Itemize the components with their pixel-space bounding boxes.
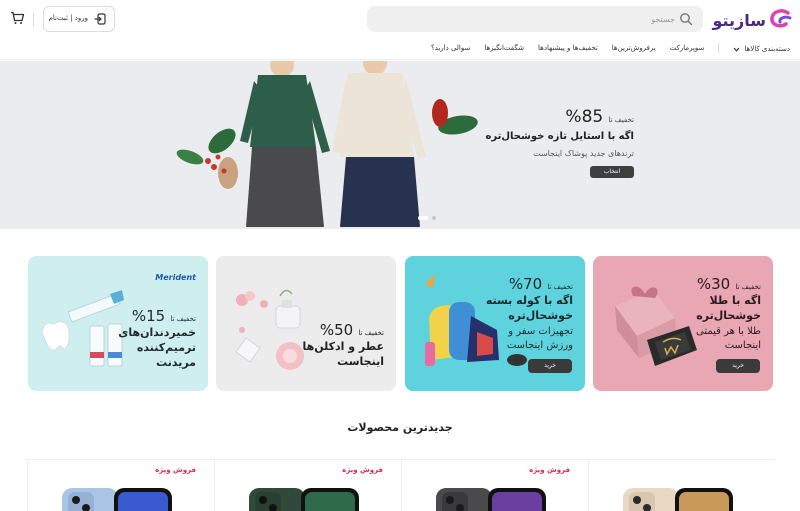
nav-item-offers[interactable]: تخفیف‌ها و پیشنهادها [538,42,598,56]
product-card[interactable]: فروش ویژه [27,460,214,511]
promo-subtitle-line: ورزش اینجاست [506,340,573,351]
login-label: ورود | ثبت‌نام [48,14,88,22]
promo-discount-value: 50% [319,321,354,339]
promo-subtitle-line: طلا با هر قیمتی [695,326,761,337]
promo-discount: تخفیف تا 70% [486,274,573,293]
promo-discount: تخفیف تا 30% [696,274,761,293]
promo-card-text: تخفیف تا 70% اگه با کوله بسته خوشحال‌تره… [486,256,573,353]
promo-discount-value: 15% [131,307,166,325]
phone-image [436,488,546,511]
promo-card-toothpaste[interactable]: Merident تخفیف تا 15% خمیردندان‌های ترمی… [28,256,208,391]
nav-item-categories[interactable]: دسته‌بندی کالاها [733,42,790,56]
promo-title-line: مریدنت [156,356,196,369]
site-logo[interactable]: سازیتو [712,6,794,34]
login-icon [94,13,106,25]
special-sale-badge: فروش ویژه [529,466,570,474]
promo-card-text: تخفیف تا 15% خمیردندان‌های ترمیم‌کننده م… [118,256,196,370]
nav-item-bestsellers[interactable]: پرفروش‌ترین‌ها [612,42,656,56]
promo-title-line: خمیردندان‌های [118,326,196,339]
product-card[interactable]: فروش ویژه [401,460,588,511]
phone-image [62,488,172,511]
hero-select-button[interactable]: انتخاب [590,166,634,178]
promo-discount: تخفیف تا 50% [302,320,384,339]
hero-banner[interactable]: تخفیف تا 85% اگه با استایل تازه خوشحال‌ت… [0,61,800,229]
nav-item-supermarket[interactable]: سوپرمارکت [670,42,705,56]
hero-discount-value: 85% [565,107,604,127]
login-button[interactable]: ورود | ثبت‌نام [43,6,115,32]
promo-buy-button[interactable]: خرید [716,359,760,373]
nav-item-amazing[interactable]: شگفت‌انگیزها [484,42,524,56]
promo-discount-value: 30% [696,275,731,293]
promo-subtitle-line: تجهیزات سفر و [508,326,573,337]
promo-subtitle-line: اینجاست [724,340,761,351]
promo-discount-value: 70% [508,275,543,293]
promo-title-line: اینجاست [337,355,384,368]
chevron-down-icon [734,47,740,52]
site-header: سازیتو ورود | ثبت‌نام دسته‌بندی کالاها س… [0,0,800,60]
slider-dot[interactable] [418,216,428,220]
nav-item-faq[interactable]: سوالی دارید؟ [431,42,470,56]
promo-discount-label: تخفیف تا [547,283,573,291]
logo-text: سازیتو [712,11,766,30]
promo-title-line: اگه با طلا [709,294,761,307]
hero-title: اگه با استایل تازه خوشحال‌تره [485,131,634,142]
phone-image [249,488,359,511]
hero-discount: تخفیف تا 85% [565,107,634,127]
nav-item-label: دسته‌بندی کالاها [744,45,790,53]
promo-card-text: تخفیف تا 50% عطر و ادکلن‌ها اینجاست [302,256,384,369]
product-card[interactable] [588,460,775,511]
product-card[interactable]: فروش ویژه [214,460,401,511]
hero-image [176,61,478,227]
phone-image [623,488,733,511]
promo-card-text: تخفیف تا 30% اگه با طلا خوشحال‌تره طلا ب… [696,256,761,353]
promo-title-line: عطر و ادکلن‌ها [302,340,384,353]
header-divider [33,12,34,26]
promo-buy-button[interactable]: خرید [528,359,572,373]
hero-subtitle: ترندهای جدید پوشاک اینجاست [533,149,634,158]
special-sale-badge: فروش ویژه [155,466,196,474]
search-icon[interactable] [679,12,693,26]
promo-discount-label: تخفیف تا [358,329,384,337]
search-input[interactable] [385,10,675,28]
cart-icon[interactable] [10,11,25,25]
promo-card-travel[interactable]: تخفیف تا 70% اگه با کوله بسته خوشحال‌تره… [405,256,585,391]
promo-discount: تخفیف تا 15% [118,306,196,325]
special-sale-badge: فروش ویژه [342,466,383,474]
slider-dot[interactable] [432,216,436,220]
nav-divider [718,43,720,53]
promo-title-line: اگه با کوله بسته [485,294,573,307]
hero-discount-label: تخفیف تا [608,116,634,124]
promo-discount-label: تخفیف تا [170,315,196,323]
promo-title-line: خوشحال‌تره [508,309,573,322]
promo-discount-label: تخفیف تا [735,283,761,291]
product-list: فروش ویژه فروش ویژه فروش ویژه [25,459,775,511]
logo-icon [770,9,792,28]
main-nav: دسته‌بندی کالاها سوپرمارکت پرفروش‌ترین‌ه… [431,42,790,56]
promo-title-line: ترمیم‌کننده [136,341,196,354]
promo-card-gold[interactable]: تخفیف تا 30% اگه با طلا خوشحال‌تره طلا ب… [593,256,773,391]
section-title-newest: جدیدترین محصولات [347,421,453,434]
promo-card-perfume[interactable]: تخفیف تا 50% عطر و ادکلن‌ها اینجاست [216,256,396,391]
search-bar[interactable] [367,6,703,32]
promo-title-line: خوشحال‌تره [696,309,761,322]
slider-dots [418,216,436,220]
